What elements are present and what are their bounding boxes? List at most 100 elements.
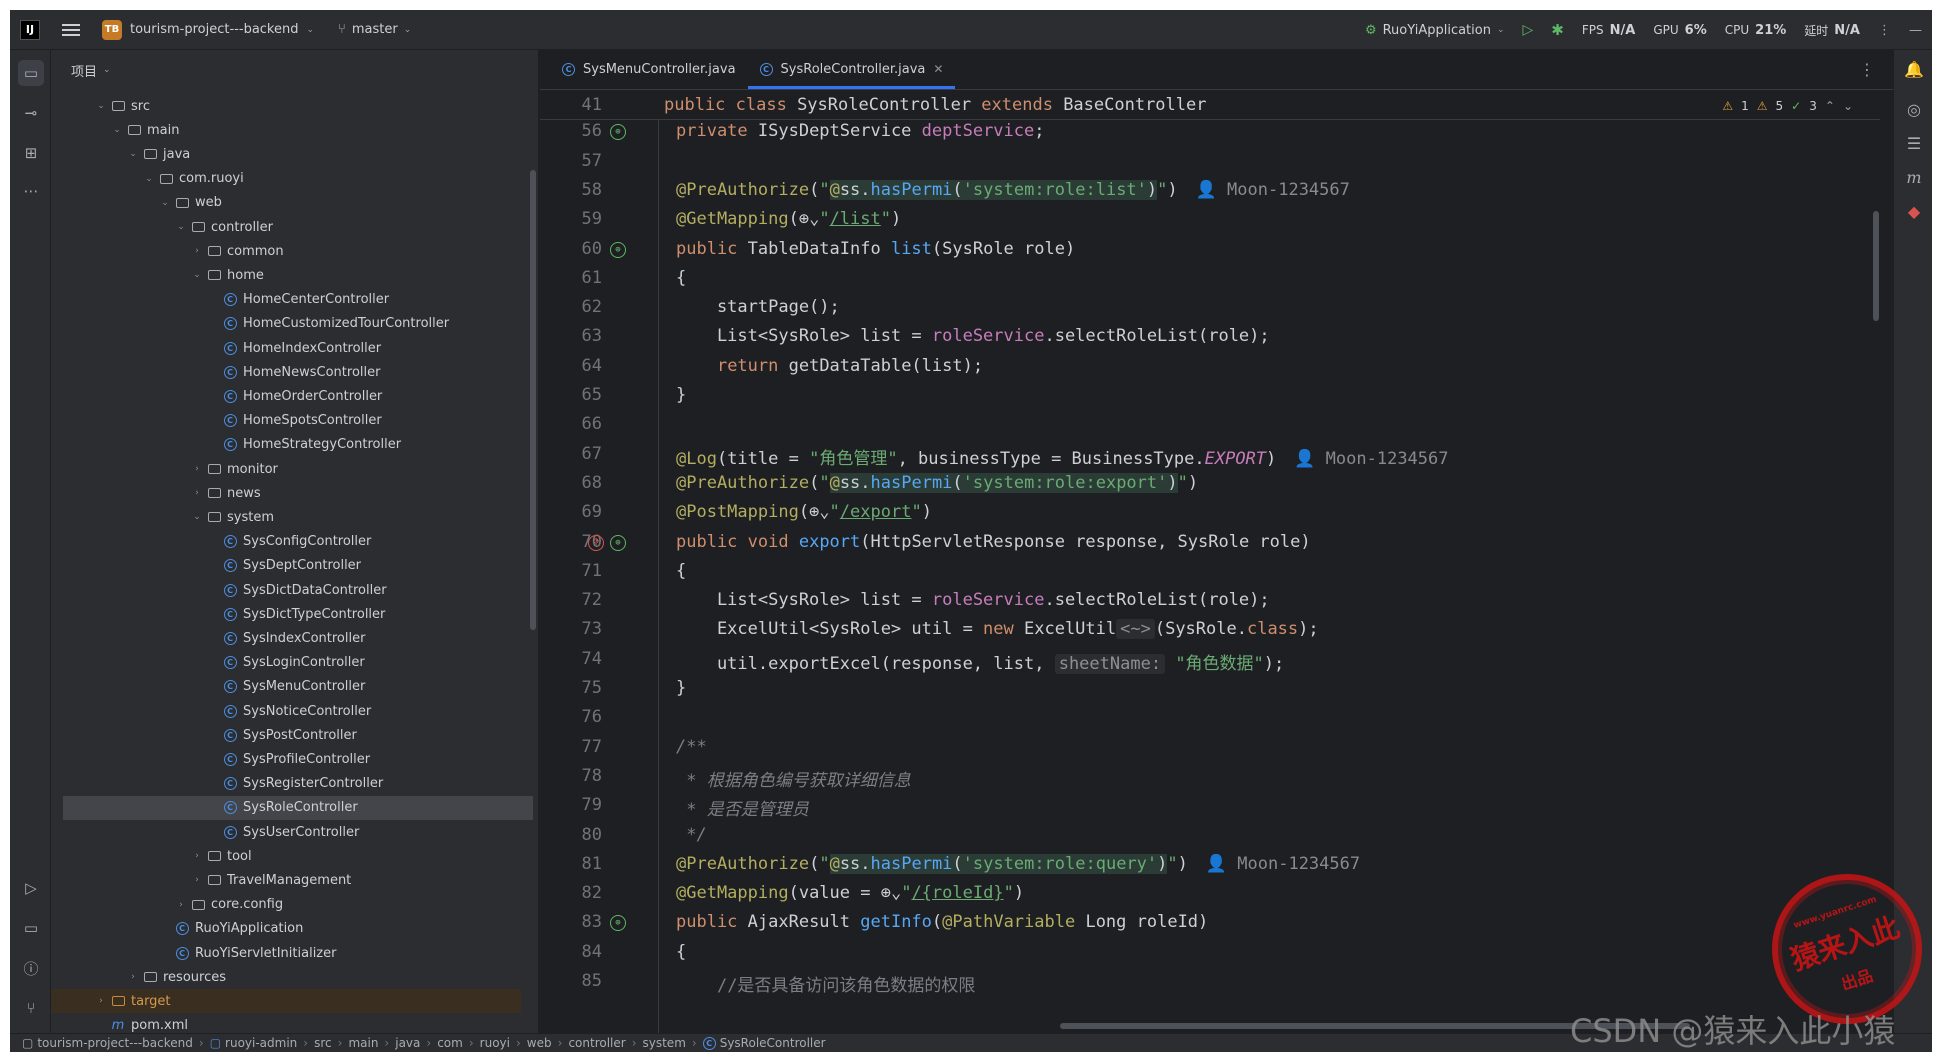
tree-node[interactable]: m pom.xml	[51, 1014, 521, 1033]
tree-node[interactable]: C SysDictDataController	[51, 578, 521, 602]
tree-node[interactable]: ⌄ java	[51, 142, 521, 166]
breadcrumb-item[interactable]: controller	[568, 1036, 625, 1050]
tree-node[interactable]: C HomeCustomizedTourController	[51, 312, 521, 336]
tree-node[interactable]: C SysDeptController	[51, 554, 521, 578]
code-line[interactable]: 57	[540, 147, 1870, 176]
tree-node[interactable]: C HomeCenterController	[51, 288, 521, 312]
code-line[interactable]: 77 /**	[540, 733, 1870, 762]
breadcrumb-item[interactable]: web	[527, 1036, 552, 1050]
editor-tab[interactable]: C SysMenuController.java	[550, 49, 748, 89]
code-line[interactable]: 63 List<SysRole> list = roleService.sele…	[540, 322, 1870, 351]
tree-node[interactable]: C RuoYiApplication	[51, 917, 521, 941]
tree-node[interactable]: ⌄ controller	[51, 215, 521, 239]
code-line[interactable]: 76	[540, 703, 1870, 732]
editor-tab[interactable]: C SysRoleController.java ✕	[747, 49, 956, 89]
tab-options-icon[interactable]: ⋮	[1859, 60, 1875, 79]
chevron-down-icon[interactable]: ⌄	[157, 198, 173, 208]
chevron-down-icon[interactable]: ⌄	[189, 270, 205, 280]
endpoint-gutter-icon[interactable]: ⊕	[610, 124, 626, 141]
project-panel-header[interactable]: 项目 ⌄	[51, 50, 538, 90]
tree-node[interactable]: › target	[51, 989, 521, 1014]
code-line[interactable]: 56 ⊕ private ISysDeptService deptService;	[540, 117, 1870, 146]
tree-node[interactable]: C SysNoticeController	[51, 699, 521, 723]
code-line[interactable]: 85 //是否具备访问该角色数据的权限	[540, 967, 1870, 996]
chevron-right-icon[interactable]: ›	[189, 488, 205, 498]
tree-node[interactable]: ⌄ home	[51, 263, 521, 287]
code-line[interactable]: 80 */	[540, 821, 1870, 850]
endpoint-gutter-icon[interactable]: ⊕	[610, 534, 626, 551]
tree-node[interactable]: C HomeStrategyController	[51, 433, 521, 457]
tree-node[interactable]: ⌄ main	[51, 118, 521, 142]
more-options-icon[interactable]: ⋮	[1878, 23, 1891, 38]
code-line[interactable]: 75}	[540, 674, 1870, 703]
next-highlight-icon[interactable]: ⌄	[1843, 99, 1853, 113]
tree-node[interactable]: ⌄ src	[51, 94, 521, 118]
tree-node[interactable]: C SysProfileController	[51, 747, 521, 771]
breadcrumb-item[interactable]: system	[643, 1036, 686, 1050]
structure-icon[interactable]: ⊞	[18, 140, 44, 166]
tree-node[interactable]: C HomeSpotsController	[51, 409, 521, 433]
tree-node[interactable]: › TravelManagement	[51, 868, 521, 892]
code-line[interactable]: 74 util.exportExcel(response, list, shee…	[540, 645, 1870, 674]
maven-icon[interactable]: m	[1903, 166, 1925, 188]
vcs-branch-selector[interactable]: ⑂ master ⌄	[338, 22, 411, 37]
chevron-right-icon[interactable]: ›	[189, 246, 205, 256]
chevron-right-icon[interactable]: ›	[189, 851, 205, 861]
minimize-icon[interactable]: —	[1909, 23, 1922, 38]
ide-logo-icon[interactable]: IJ	[20, 19, 40, 40]
code-line[interactable]: 66	[540, 410, 1870, 439]
notifications-icon[interactable]: 🔔	[1903, 58, 1925, 80]
editor-vertical-scrollbar[interactable]	[1873, 211, 1879, 321]
git-icon[interactable]: ⑂	[18, 995, 44, 1021]
inspection-widget[interactable]: ⚠ 1 ⚠ 5 ✓ 3 ⌃ ⌄	[1722, 99, 1853, 113]
tree-node[interactable]: C RuoYiServletInitializer	[51, 941, 521, 965]
code-line[interactable]: 58 @PreAuthorize("@ss.hasPermi('system:ro…	[540, 176, 1870, 205]
code-line[interactable]: 60 ⊕ public TableDataInfo list(SysRole rol…	[540, 235, 1870, 264]
breadcrumb-item[interactable]: main	[348, 1036, 378, 1050]
debug-icon[interactable]: ✱	[1551, 21, 1564, 39]
code-line[interactable]: 64 return getDataTable(list);	[540, 352, 1870, 381]
endpoint-gutter-icon[interactable]: ⊕	[610, 915, 626, 932]
tree-node[interactable]: › core.config	[51, 893, 521, 917]
chevron-down-icon[interactable]: ⌄	[93, 101, 109, 111]
tree-node[interactable]: › news	[51, 481, 521, 505]
main-menu-icon[interactable]	[62, 23, 80, 36]
breadcrumb-item[interactable]: ruoyi	[480, 1036, 510, 1050]
run-icon[interactable]: ▷	[1523, 22, 1534, 38]
project-tool-folder-icon[interactable]: ▭	[18, 60, 44, 86]
code-line[interactable]: 59 @GetMapping(⊕⌄"/list")	[540, 205, 1870, 234]
chevron-down-icon[interactable]: ⌄	[109, 125, 125, 135]
tree-node[interactable]: C SysMenuController	[51, 675, 521, 699]
run-configuration-selector[interactable]: ⚙ RuoYiApplication ⌄	[1365, 23, 1505, 38]
project-selector[interactable]: TB tourism-project---backend ⌄	[102, 19, 314, 40]
tree-node[interactable]: C HomeOrderController	[51, 384, 521, 408]
tree-node[interactable]: ⌄ system	[51, 505, 521, 529]
code-line[interactable]: 67 @Log(title = "角色管理", businessType = Bu…	[540, 440, 1870, 469]
breadcrumb-item[interactable]: com	[437, 1036, 463, 1050]
chevron-down-icon[interactable]: ⌄	[189, 512, 205, 522]
chevron-down-icon[interactable]: ⌄	[125, 149, 141, 159]
code-line[interactable]: 79 * 是否是管理员	[540, 791, 1870, 820]
code-line[interactable]: 84 {	[540, 938, 1870, 967]
tree-node[interactable]: ⌄ web	[51, 191, 521, 215]
tree-node[interactable]: › common	[51, 239, 521, 263]
code-line[interactable]: 68 @PreAuthorize("@ss.hasPermi('system:ro…	[540, 469, 1870, 498]
tree-node[interactable]: C SysRegisterController	[51, 772, 521, 796]
breadcrumb-item[interactable]: ▢ tourism-project---backend	[22, 1036, 193, 1050]
tree-node[interactable]: › resources	[51, 965, 521, 989]
code-line[interactable]: 82 @GetMapping(value = ⊕⌄"/{roleId}")	[540, 879, 1870, 908]
tree-node[interactable]: › tool	[51, 844, 521, 868]
code-line[interactable]: 81 @PreAuthorize("@ss.hasPermi('system:ro…	[540, 850, 1870, 879]
tree-node[interactable]: C SysIndexController	[51, 626, 521, 650]
tree-node[interactable]: C SysConfigController	[51, 530, 521, 554]
breakpoint-icon[interactable]: ⚲	[588, 534, 604, 551]
tree-node[interactable]: C SysLoginController	[51, 651, 521, 675]
plugin-icon[interactable]: ◆	[1903, 200, 1925, 222]
code-line[interactable]: 65}	[540, 381, 1870, 410]
tree-node[interactable]: › monitor	[51, 457, 521, 481]
chevron-right-icon[interactable]: ›	[173, 900, 189, 910]
breadcrumb-item[interactable]: ▢ ruoyi-admin	[210, 1036, 298, 1050]
tree-node[interactable]: C HomeNewsController	[51, 360, 521, 384]
code-line[interactable]: 83 ⊕ public AjaxResult getInfo(@PathVariab…	[540, 908, 1870, 937]
code-line[interactable]: 71 {	[540, 557, 1870, 586]
